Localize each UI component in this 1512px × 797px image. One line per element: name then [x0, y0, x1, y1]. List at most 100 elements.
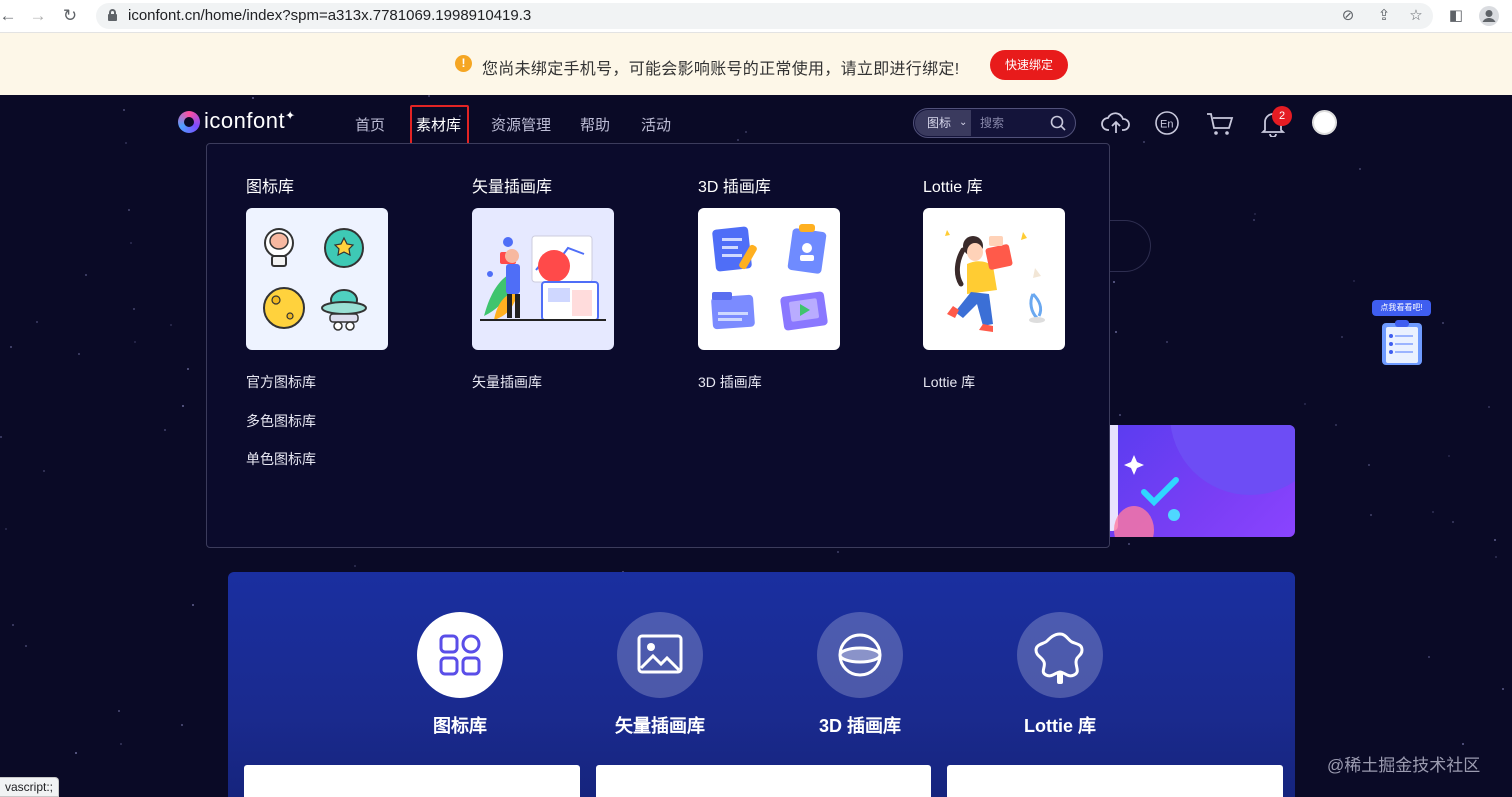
star-dot: [10, 346, 12, 348]
star-dot: [1128, 543, 1130, 545]
category-label: 矢量插画库: [615, 716, 705, 736]
forward-icon[interactable]: →: [26, 5, 50, 27]
star-dot: [1341, 336, 1343, 338]
star-dot: [36, 321, 38, 323]
star-dot: [1253, 219, 1255, 221]
search-input[interactable]: [980, 109, 1050, 137]
language-icon[interactable]: En: [1153, 109, 1183, 137]
3d-documents-illustration: [711, 224, 828, 331]
checkmark-illustration: [1110, 425, 1295, 537]
star-dot: [1368, 464, 1370, 466]
promo-banner[interactable]: [1110, 425, 1295, 537]
notification-badge: 2: [1272, 106, 1292, 126]
search-box: 图标 ⌄: [913, 108, 1076, 138]
menu-title-lottie-library[interactable]: Lottie 库: [923, 173, 983, 197]
menu-link-3d-library[interactable]: 3D 插画库: [698, 372, 762, 392]
star-dot: [1432, 511, 1434, 513]
category-3d-library[interactable]: 3D 插画库: [790, 612, 930, 738]
materials-dropdown-menu: 图标库 官方图标库 多色图标库 单色图标库 矢量插画库 矢量插画库 3D 插画库…: [206, 143, 1110, 548]
star-dot: [1370, 514, 1372, 516]
resource-card[interactable]: [947, 765, 1283, 797]
star-dot: [125, 142, 127, 144]
lock-icon: [108, 9, 117, 21]
category-icon-library[interactable]: 图标库: [390, 612, 530, 738]
watermark: @稀土掘金技术社区: [1327, 756, 1481, 775]
star-dot: [5, 528, 7, 530]
star-dot: [0, 436, 2, 438]
star-dot: [354, 565, 356, 567]
sphere-icon: [817, 612, 903, 698]
star-dot: [118, 710, 120, 712]
nav-activity[interactable]: 活动: [641, 114, 671, 135]
menu-title-vector-library[interactable]: 矢量插画库: [472, 173, 552, 197]
warning-icon: !: [455, 55, 472, 72]
category-label: 3D 插画库: [818, 716, 901, 736]
menu-link-official-icons[interactable]: 官方图标库: [246, 372, 316, 392]
helper-widget[interactable]: 点我看看吧!: [1372, 300, 1432, 370]
browser-toolbar: ← → ↻ iconfont.cn/home/index?spm=a313x.7…: [0, 0, 1512, 33]
upload-icon[interactable]: [1101, 109, 1131, 137]
image-icon: [617, 612, 703, 698]
star-dot: [25, 645, 27, 647]
star-dot: [128, 209, 130, 211]
lottie-library-thumbnail[interactable]: [923, 208, 1065, 350]
category-lottie-library[interactable]: Lottie 库: [990, 612, 1130, 738]
menu-title-icon-library[interactable]: 图标库: [246, 173, 294, 197]
address-bar[interactable]: iconfont.cn/home/index?spm=a313x.7781069…: [96, 3, 1433, 29]
menu-link-lottie-library[interactable]: Lottie 库: [923, 372, 975, 392]
menu-link-multicolor-icons[interactable]: 多色图标库: [246, 411, 316, 431]
back-icon[interactable]: ←: [0, 5, 20, 27]
resource-card[interactable]: [596, 765, 931, 797]
menu-title-3d-library[interactable]: 3D 插画库: [698, 173, 771, 197]
menu-link-vector-library[interactable]: 矢量插画库: [472, 372, 542, 392]
avatar[interactable]: [1312, 110, 1337, 135]
menu-link-monochrome-icons[interactable]: 单色图标库: [246, 449, 316, 469]
search-icon[interactable]: [1050, 115, 1066, 131]
logo-icon[interactable]: [178, 111, 200, 133]
category-label: 图标库: [433, 716, 487, 736]
cart-icon[interactable]: [1205, 109, 1235, 137]
star-dot: [1502, 688, 1504, 690]
logo-text[interactable]: iconfont✦: [204, 108, 296, 134]
star-dot: [43, 470, 45, 472]
star-dot: [134, 341, 136, 343]
link-status-bar: vascript:;: [0, 777, 60, 797]
quick-bind-button[interactable]: 快速绑定: [990, 50, 1068, 80]
star-dot: [1119, 414, 1121, 416]
star-dot: [745, 131, 747, 133]
helper-tag: 点我看看吧!: [1372, 300, 1431, 316]
url-text[interactable]: iconfont.cn/home/index?spm=a313x.7781069…: [128, 7, 531, 24]
resource-card[interactable]: [244, 765, 580, 797]
nav-home[interactable]: 首页: [355, 114, 385, 135]
star-dot: [837, 551, 839, 553]
3d-library-thumbnail[interactable]: [698, 208, 840, 350]
star-dot: [170, 324, 172, 326]
profile-icon[interactable]: [1478, 5, 1500, 27]
star-dot: [164, 429, 166, 431]
star-dot: [1494, 539, 1496, 541]
star-dot: [1442, 322, 1444, 324]
search-type-select[interactable]: 图标 ⌄: [915, 110, 971, 136]
star-icon[interactable]: ☆: [1406, 7, 1426, 25]
nav-resource-management[interactable]: 资源管理: [491, 114, 551, 135]
main-content: iconfont✦ 首页 素材库 资源管理 帮助 活动 图标 ⌄ En 2 点我…: [0, 95, 1512, 797]
star-dot: [1452, 521, 1454, 523]
star-dot: [1488, 406, 1490, 408]
chevron-down-icon: ⌄: [959, 117, 968, 128]
star-dot: [1495, 556, 1497, 558]
side-panel-icon[interactable]: ◧: [1445, 5, 1467, 27]
category-panel: 图标库 矢量插画库 3D 插画库 Lottie 库: [228, 572, 1295, 797]
eye-off-icon[interactable]: ⊘: [1338, 7, 1358, 25]
vector-library-thumbnail[interactable]: [472, 208, 614, 350]
star-dot: [182, 405, 184, 407]
star-dot: [120, 743, 122, 745]
svg-text:En: En: [1160, 119, 1173, 131]
share-icon[interactable]: ⇪: [1374, 7, 1394, 25]
star-dot: [85, 274, 87, 276]
reload-icon[interactable]: ↻: [58, 5, 82, 27]
icon-library-thumbnail[interactable]: [246, 208, 388, 350]
category-vector-library[interactable]: 矢量插画库: [590, 612, 730, 738]
nav-help[interactable]: 帮助: [580, 114, 610, 135]
star-dot: [12, 624, 14, 626]
star-dot: [187, 368, 189, 370]
